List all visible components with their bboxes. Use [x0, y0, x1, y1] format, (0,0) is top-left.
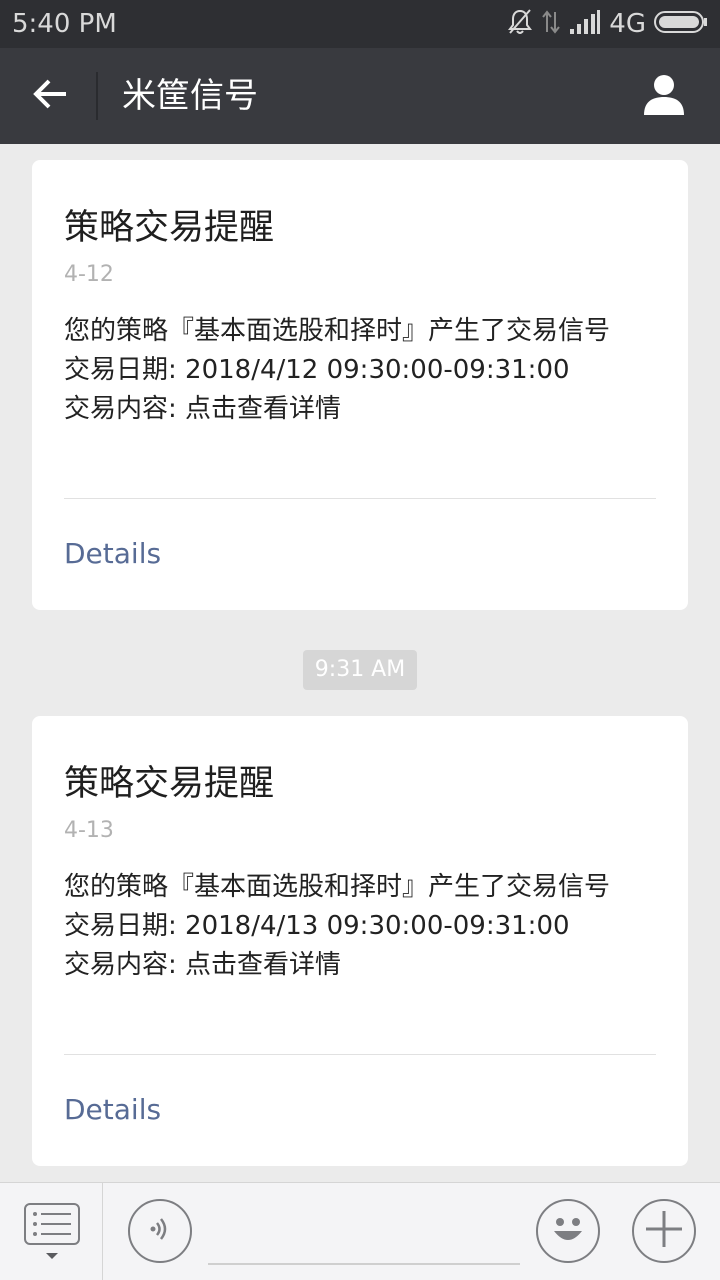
message-body: 您的策略『基本面选股和择时』产生了交易信号 交易日期: 2018/4/12 09… [64, 312, 664, 429]
page-title: 米筐信号 [122, 76, 258, 116]
message-card[interactable]: 策略交易提醒 4-12 您的策略『基本面选股和择时』产生了交易信号 交易日期: … [32, 160, 688, 610]
nav-divider [96, 72, 98, 120]
message-line: 交易日期: 2018/4/13 09:30:00-09:31:00 [64, 911, 570, 941]
message-line: 交易内容: 点击查看详情 [64, 950, 342, 980]
person-icon [642, 72, 686, 120]
details-link[interactable]: Details [64, 1090, 161, 1130]
message-title: 策略交易提醒 [64, 208, 275, 248]
bottom-bar [0, 1182, 720, 1280]
signal-icon [569, 9, 601, 39]
plus-button[interactable] [632, 1199, 696, 1263]
battery-icon [654, 10, 708, 38]
message-line: 交易内容: 点击查看详情 [64, 394, 342, 424]
message-line: 您的策略『基本面选股和择时』产生了交易信号 [64, 872, 611, 902]
voice-button[interactable] [128, 1199, 192, 1263]
timestamp-badge: 9:31 AM [303, 650, 417, 690]
profile-button[interactable] [638, 70, 690, 122]
message-list[interactable]: 策略交易提醒 4-12 您的策略『基本面选股和择时』产生了交易信号 交易日期: … [0, 144, 720, 1182]
plus-icon [644, 1209, 684, 1253]
menu-list-icon [24, 1203, 80, 1265]
back-arrow-icon [32, 78, 68, 114]
card-divider [64, 1054, 656, 1055]
message-line: 您的策略『基本面选股和择时』产生了交易信号 [64, 316, 611, 346]
message-title: 策略交易提醒 [64, 764, 275, 804]
mute-bell-icon [507, 8, 533, 40]
message-line: 交易日期: 2018/4/12 09:30:00-09:31:00 [64, 355, 570, 385]
status-bar: 5:40 PM 4G [0, 0, 720, 48]
status-time: 5:40 PM [12, 9, 117, 39]
emoji-icon [540, 1201, 596, 1261]
status-icons: 4G [507, 8, 708, 40]
message-input-underline[interactable] [208, 1263, 520, 1265]
voice-icon [145, 1214, 175, 1248]
message-body: 您的策略『基本面选股和择时』产生了交易信号 交易日期: 2018/4/13 09… [64, 868, 664, 985]
network-type: 4G [609, 9, 646, 39]
back-button[interactable] [24, 70, 76, 122]
menu-toggle-button[interactable] [0, 1183, 103, 1280]
message-date: 4-12 [64, 262, 114, 287]
message-date: 4-13 [64, 818, 114, 843]
card-divider [64, 498, 656, 499]
nav-bar: 米筐信号 [0, 48, 720, 144]
emoji-button[interactable] [536, 1199, 600, 1263]
data-arrows-icon [541, 8, 561, 40]
message-card[interactable]: 策略交易提醒 4-13 您的策略『基本面选股和择时』产生了交易信号 交易日期: … [32, 716, 688, 1166]
details-link[interactable]: Details [64, 534, 161, 574]
